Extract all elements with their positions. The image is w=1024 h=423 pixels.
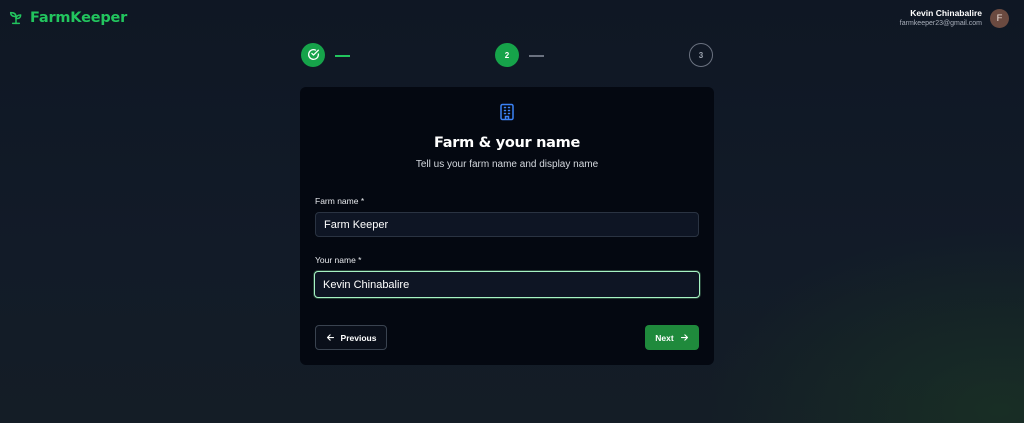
farm-name-input[interactable] (315, 212, 699, 237)
check-circle-icon (307, 48, 320, 63)
app-logo[interactable]: FarmKeeper (8, 9, 127, 27)
step-3-pending: 3 (689, 43, 713, 67)
next-button[interactable]: Next (645, 325, 699, 350)
card-subtitle: Tell us your farm name and display name (415, 159, 599, 170)
user-info: Kevin Chinabalire farmkeeper23@gmail.com (900, 8, 982, 29)
step-connector-2 (529, 55, 544, 57)
user-email: farmkeeper23@gmail.com (899, 20, 982, 27)
arrow-left-icon (326, 333, 335, 342)
card-title: Farm & your name (433, 135, 581, 151)
arrow-right-icon (680, 333, 689, 342)
next-label: Next (655, 332, 674, 343)
sprout-icon (8, 10, 24, 26)
onboarding-card: Farm & your name Tell us your farm name … (300, 87, 714, 365)
step-2-active: 2 (495, 43, 519, 67)
building-icon (499, 103, 515, 121)
step-connector-1 (335, 55, 350, 57)
user-name: Kevin Chinabalire (910, 8, 982, 18)
avatar[interactable]: F (990, 9, 1009, 28)
brand-name: FarmKeeper (30, 10, 128, 26)
previous-button[interactable]: Previous (315, 325, 387, 350)
your-name-label: Your name * (315, 255, 362, 265)
farm-name-label: Farm name * (315, 196, 365, 206)
previous-label: Previous (340, 332, 377, 343)
your-name-input[interactable] (314, 271, 700, 298)
step-1-completed (301, 43, 325, 67)
